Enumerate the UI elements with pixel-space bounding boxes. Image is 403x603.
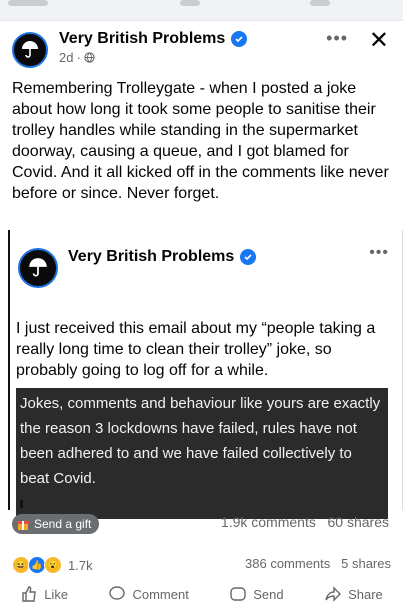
globe-icon xyxy=(84,52,95,63)
embedded-author-name: Very British Problems xyxy=(68,248,235,265)
share-button[interactable]: Share xyxy=(324,585,383,603)
send-icon xyxy=(230,587,246,601)
embedded-author-line: Very British Problems xyxy=(68,248,257,266)
share-label: Share xyxy=(348,586,383,602)
like-icon xyxy=(22,586,36,602)
share-icon xyxy=(325,586,342,602)
action-bar: Like Comment Send Share xyxy=(0,585,403,603)
embedded-stats: 1.9k comments 60 shares xyxy=(221,514,389,530)
embedded-share-count: 60 shares xyxy=(327,514,389,530)
comment-label: Comment xyxy=(132,586,189,602)
post-text: Remembering Trolleygate - when I posted … xyxy=(12,80,389,202)
quote-text: Jokes, comments and behaviour like yours… xyxy=(20,395,381,487)
send-button[interactable]: Send xyxy=(229,585,284,603)
comment-count[interactable]: 386 comments xyxy=(245,556,330,571)
like-button[interactable]: Like xyxy=(20,585,68,603)
umbrella-icon xyxy=(29,258,47,277)
embed-border xyxy=(8,230,10,510)
like-label: Like xyxy=(44,586,69,602)
faded-icon xyxy=(310,0,330,6)
author-name[interactable]: Very British Problems xyxy=(59,30,225,48)
umbrella-icon xyxy=(22,41,38,58)
previous-post-strip xyxy=(0,0,403,21)
verified-icon xyxy=(231,31,248,47)
wow-icon: 😮 xyxy=(44,556,62,574)
embedded-comment-count: 1.9k comments xyxy=(220,514,316,530)
reaction-summary[interactable]: 😆 👍 😮 1.7k xyxy=(12,556,93,574)
faded-icon xyxy=(8,0,48,6)
more-icon[interactable]: ••• xyxy=(326,28,348,49)
avatar[interactable] xyxy=(12,32,48,68)
send-gift-button: Send a gift xyxy=(12,514,100,534)
more-icon: ••• xyxy=(369,244,389,261)
reaction-count: 1.7k xyxy=(68,557,93,573)
embedded-post: Very British Problems ••• I just receive… xyxy=(0,230,403,600)
faded-icon xyxy=(180,0,200,6)
comment-icon xyxy=(109,586,126,600)
post-meta: 2d · xyxy=(59,50,95,65)
meta-separator: · xyxy=(76,50,81,65)
share-count[interactable]: 5 shares xyxy=(341,556,391,571)
close-icon[interactable]: ✕ xyxy=(369,26,389,55)
post-stats: 386 comments 5 shares xyxy=(245,556,391,571)
gift-label: Send a gift xyxy=(34,517,92,531)
text-cursor xyxy=(20,500,23,508)
embedded-text: I just received this email about my “peo… xyxy=(16,320,376,379)
author-line: Very British Problems xyxy=(59,30,248,48)
embedded-avatar xyxy=(18,248,58,288)
comment-button[interactable]: Comment xyxy=(108,585,189,603)
post-time[interactable]: 2d xyxy=(59,50,73,65)
gift-icon xyxy=(17,521,29,530)
email-quote: Jokes, comments and behaviour like yours… xyxy=(16,388,388,519)
send-label: Send xyxy=(253,586,284,602)
verified-icon xyxy=(240,249,257,265)
